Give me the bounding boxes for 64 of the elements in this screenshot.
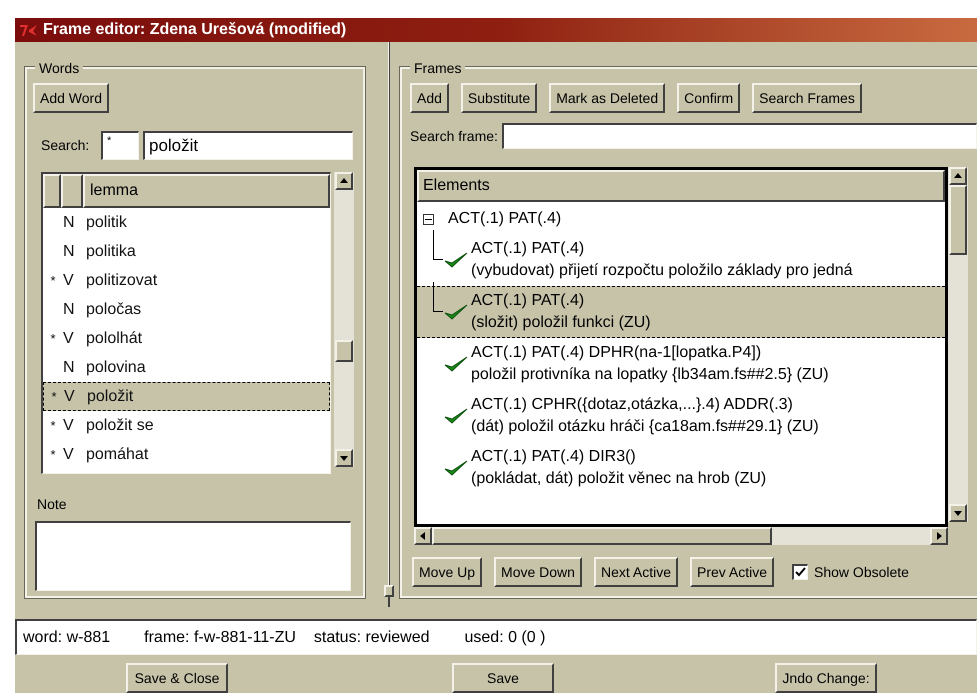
word-row[interactable]: N poločas [43,295,330,324]
frame-action-button[interactable]: Confirm [677,83,740,113]
word-row[interactable]: N polovina [43,353,330,382]
scroll-right-button[interactable] [930,527,948,545]
frame-action-button[interactable]: Search Frames [752,83,862,113]
scrollbar[interactable] [334,172,354,467]
footer-button[interactable]: Jndo Change: [775,663,877,693]
status-text: frame: f-w-881-11-ZU [144,628,296,648]
move-button[interactable]: Prev Active [690,557,774,587]
collapse-icon[interactable] [423,214,434,224]
scrollbar[interactable] [948,167,968,522]
show-obsolete-checkbox[interactable] [792,564,808,580]
word-row[interactable]: * V pomáhat [43,440,330,469]
move-button[interactable]: Move Down [494,557,582,587]
frame-action-button[interactable]: Mark as Deleted [549,83,666,113]
footer-button[interactable]: Save [452,663,554,693]
search-frame-field[interactable] [502,123,977,149]
column-header[interactable]: lemma [83,174,330,208]
window-title: Frame editor: Zdena Urešová (modified) [43,20,346,40]
app-icon [19,22,39,38]
scroll-thumb[interactable] [949,185,967,255]
frame-row[interactable]: ACT(.1) PAT(.4) DPHR(na-1[lopatka.P4]) položil protivníka na lopatky {lb34am.fs##2.5} (ZU) [417,338,945,390]
scroll-up-button[interactable] [949,167,967,185]
prefix-field[interactable]: * [101,131,139,160]
scroll-down-button[interactable] [949,504,967,522]
frame-row[interactable]: ACT(.1) CPHR({dotaz,otázka,...}.4) ADDR(.3) (dát) položil otázku hráči {ca18am.fs##29.1} (ZU) [417,390,945,442]
status-text: word: w-881 [23,628,110,648]
frame-text: ACT(.1) PAT(.4) (složit) položil funkci (ZU) [471,291,651,333]
frame-text: ACT(.1) PAT(.4) DPHR(na-1[lopatka.P4]) položil protivníka na lopatky {lb34am.fs##2.5} (ZU) [471,343,829,385]
search-field[interactable]: položit [143,131,353,160]
word-row[interactable]: * V politizovat [43,266,330,295]
frame-text: ACT(.1) PAT(.4) (vybudovat) přijetí rozpočtu položilo základy pro jedná [471,239,853,281]
scroll-up-button[interactable] [335,172,353,190]
splitter-handle[interactable] [384,585,394,597]
scroll-thumb[interactable] [335,340,353,362]
show-obsolete-label: Show Obsolete [814,562,909,582]
word-row[interactable]: N politik [43,208,330,237]
add-word-button[interactable]: Add Word [33,83,109,113]
scroll-down-button[interactable] [335,449,353,467]
word-row[interactable]: N politika [43,237,330,266]
move-button[interactable]: Move Up [412,557,482,587]
word-row[interactable]: * V položit se [43,411,330,440]
search-label: Search: [41,136,90,155]
frame-action-button[interactable]: Add [410,83,449,113]
scroll-left-button[interactable] [414,527,432,545]
frame-text: ACT(.1) CPHR({dotaz,otázka,...}.4) ADDR(.3) (dát) položil otázku hráči {ca18am.fs##29.1} (ZU) [471,395,819,437]
word-row[interactable]: * V pololhát [43,324,330,353]
frame-row[interactable]: ACT(.1) PAT(.4) DIR3() (pokládat, dát) položit věnec na hrob (ZU) [417,442,945,494]
frame-group-row[interactable]: ACT(.1) PAT(.4) [417,204,945,234]
move-button[interactable]: Next Active [594,557,678,587]
scroll-thumb[interactable] [432,527,772,545]
status-text: used: 0 (0 ) [464,628,546,648]
note-label: Note [37,495,68,514]
word-row[interactable]: * V položit [43,382,330,411]
footer-button[interactable]: Save & Close [126,663,228,693]
search-frame-label: Search frame: [410,126,498,146]
column-header[interactable] [61,174,83,208]
column-header[interactable] [43,174,61,208]
status-text: status: reviewed [314,628,430,648]
frame-action-button[interactable]: Substitute [460,83,538,113]
column-header[interactable]: Elements [417,170,945,202]
horizontal-scrollbar[interactable] [414,527,948,545]
note-field[interactable] [35,521,351,591]
frame-text: ACT(.1) PAT(.4) DIR3() (pokládat, dát) položit věnec na hrob (ZU) [471,447,766,489]
